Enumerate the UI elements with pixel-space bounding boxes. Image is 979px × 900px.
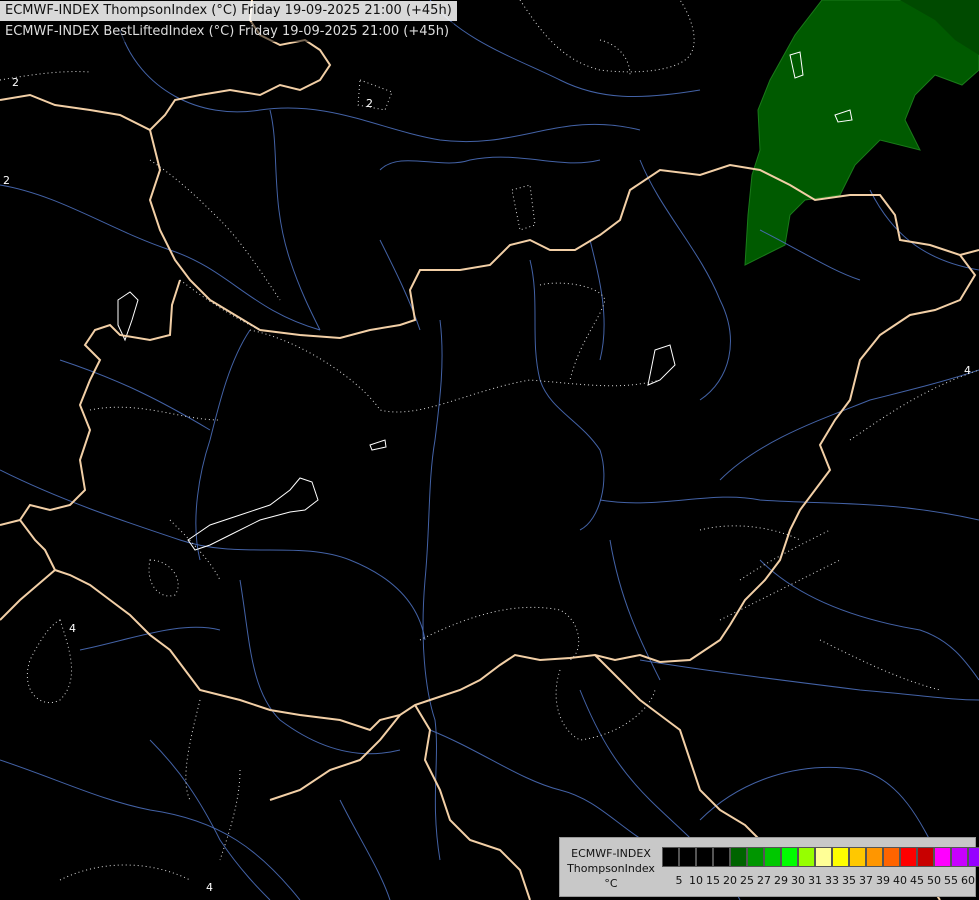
- legend-swatch: [917, 847, 934, 867]
- map-canvas: [0, 0, 979, 900]
- legend-swatch: [730, 847, 747, 867]
- legend-tick-label: 60: [961, 874, 975, 887]
- legend-swatch: [679, 847, 696, 867]
- legend-swatch: [815, 847, 832, 867]
- legend-swatch: [764, 847, 781, 867]
- legend-swatch: [951, 847, 968, 867]
- contour-label: 4: [69, 622, 76, 635]
- color-legend: ECMWF-INDEX ThompsonIndex °C 5 10 15 20 25 27…: [559, 837, 979, 897]
- legend-swatch: [849, 847, 866, 867]
- thompson-index-area: [744, 0, 979, 266]
- legend-swatch: [934, 847, 951, 867]
- weather-map: 2 2 2 4 4 4 ECMWF-INDEX ThompsonIndex (°…: [0, 0, 979, 900]
- contour-label: 2: [3, 174, 10, 187]
- legend-model: ECMWF-INDEX: [571, 847, 651, 860]
- legend-swatch: [696, 847, 713, 867]
- contour-label: 2: [366, 97, 373, 110]
- legend-swatch: [747, 847, 764, 867]
- contour-label: 4: [206, 881, 213, 894]
- legend-swatch: [781, 847, 798, 867]
- legend-variable: ThompsonIndex: [567, 862, 655, 875]
- legend-swatch: [713, 847, 730, 867]
- legend-swatch: [883, 847, 900, 867]
- lakes: [117, 51, 853, 551]
- legend-swatch: [900, 847, 917, 867]
- legend-swatch: [968, 847, 979, 867]
- contour-label: 2: [12, 76, 19, 89]
- legend-swatch: [866, 847, 883, 867]
- map-title-thompson: ECMWF-INDEX ThompsonIndex (°C) Friday 19…: [0, 1, 457, 21]
- contour-label: 4: [964, 364, 971, 377]
- legend-swatch: [832, 847, 849, 867]
- legend-swatch: [662, 847, 679, 867]
- legend-swatch: [798, 847, 815, 867]
- map-title-lifted: ECMWF-INDEX BestLiftedIndex (°C) Friday …: [0, 22, 455, 42]
- legend-unit: °C: [604, 877, 618, 890]
